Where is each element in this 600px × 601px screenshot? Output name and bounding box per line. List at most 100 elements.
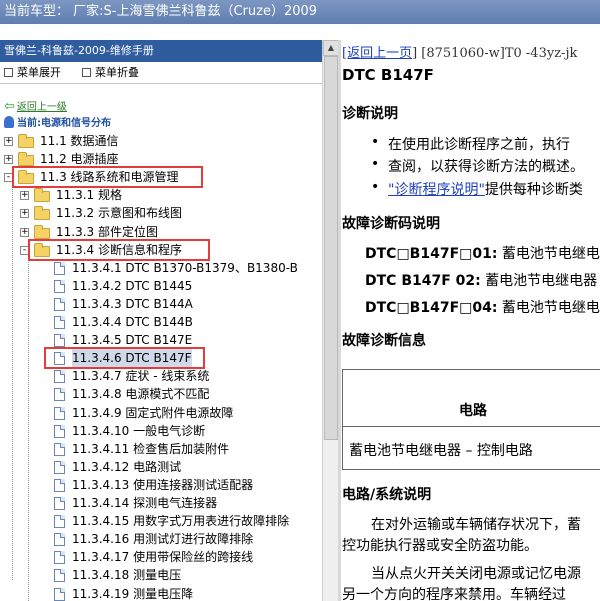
expand-icon[interactable]: + — [4, 137, 13, 146]
bullet-dot: • — [371, 156, 380, 172]
tree-doc-item[interactable]: 11.3.4.14 探测电气连接器 — [0, 494, 322, 512]
highlight-box — [28, 238, 210, 261]
tree-doc-item[interactable]: 11.3.4.9 固定式附件电源故障 — [0, 404, 322, 422]
scroll-up-button[interactable]: ▲ — [323, 40, 338, 56]
diagnostic-procedure-link[interactable]: "诊断程序说明" — [388, 182, 485, 198]
tree-folder-item[interactable]: +11.3.1 规格 — [0, 186, 322, 204]
para1-line2: 控功能执行器或安全防盗功能。 — [342, 538, 538, 554]
tree-item-label[interactable]: 11.3.4.4 DTC B144B — [72, 313, 193, 331]
tree-doc-item[interactable]: 11.3.4.1 DTC B1370-B1379、B1380-B — [0, 259, 322, 277]
highlight-box — [44, 347, 205, 370]
section-dtc-info: 故障诊断信息 — [342, 333, 426, 349]
tree-folder-item[interactable]: +11.1 数据通信 — [0, 132, 322, 150]
content-top-nav: [返回上一页] [8751060-w]T0 -43yz-jk — [342, 42, 577, 61]
dtc-code: DTC B147F 02: — [365, 273, 481, 289]
tree-doc-item[interactable]: 11.3.4.17 使用带保险丝的跨接线 — [0, 548, 322, 566]
tree-doc-item[interactable]: 11.3.4.19 测量电压降 — [0, 585, 322, 601]
tree-item-label[interactable]: 11.3.4.15 用数字式万用表进行故障排除 — [72, 512, 289, 530]
dtc-desc: 蓄电池节电继电 — [497, 246, 600, 262]
tree-item-label[interactable]: 11.3.4.19 测量电压降 — [72, 585, 193, 601]
content-panel: [返回上一页] [8751060-w]T0 -43yz-jk DTC B147F… — [341, 40, 600, 601]
nav-tree: +11.1 数据通信 +11.2 电源插座 -11.3 线路系统和电源管理 +11.3… — [0, 40, 322, 601]
tree-item-label[interactable]: 11.3.4.12 电路测试 — [72, 458, 181, 476]
tree-folder-item[interactable]: +11.3.2 示意图和布线图 — [0, 204, 322, 222]
document-icon — [54, 478, 65, 492]
expand-icon[interactable]: + — [20, 209, 29, 219]
table-cell-circuit: 蓄电池节电继电器 – 控制电路 — [349, 443, 533, 459]
tree-doc-item[interactable]: 11.3.4.10 一般电气诊断 — [0, 422, 322, 440]
document-icon — [54, 297, 65, 311]
folder-icon — [34, 224, 50, 239]
document-icon — [54, 316, 65, 329]
tree-item-label[interactable]: 11.3.4.2 DTC B1445 — [72, 277, 192, 295]
section-circuit-description: 电路/系统说明 — [342, 487, 432, 503]
tree-doc-item[interactable]: 11.3.4.18 测量电压 — [0, 566, 322, 584]
dtc-line-3: DTC□B147F□04: 蓄电池节电继电 — [365, 297, 600, 317]
document-icon — [54, 279, 65, 293]
table-header-circuit: 电路 — [459, 403, 487, 419]
dtc-code: DTC□B147F□04: — [365, 300, 498, 316]
tree-doc-item[interactable]: 11.3.4.3 DTC B144A — [0, 295, 322, 313]
para2-line1: 当从点火开关关闭电源或记忆电源 — [371, 566, 581, 582]
tree-item-label[interactable]: 11.3.4.14 探测电气连接器 — [72, 494, 217, 512]
dtc-desc: 蓄电池节电继电器 — [480, 273, 598, 289]
left-scrollbar[interactable]: ▲ — [322, 40, 338, 601]
dtc-line-2: DTC B147F 02: 蓄电池节电继电器 — [365, 270, 597, 290]
dtc-line-1: DTC□B147F□01: 蓄电池节电继电 — [365, 243, 600, 263]
window-title: 当前车型： 厂家:S-上海雪佛兰科鲁兹（Cruze）2009 — [4, 4, 318, 19]
tree-item-label[interactable]: 11.3.4.10 一般电气诊断 — [72, 422, 205, 440]
tree-item-label[interactable]: 11.3.4.9 固定式附件电源故障 — [72, 404, 233, 422]
tree-item-label[interactable]: 11.3.2 示意图和布线图 — [56, 204, 182, 222]
tree-item-label[interactable]: 11.3.4.3 DTC B144A — [72, 295, 193, 313]
tree-item-label[interactable]: 11.3.4.11 检查售后加装附件 — [72, 440, 229, 458]
expand-icon[interactable]: + — [4, 155, 13, 165]
tree-item-label[interactable]: 11.1 数据通信 — [40, 132, 119, 150]
bullet-3: "诊断程序说明"提供每种诊断类 — [388, 179, 583, 199]
section-dtc-description: 故障诊断码说明 — [342, 216, 440, 232]
doc-code: ] [8751060-w]T0 -43yz-jk — [412, 46, 578, 61]
tree-item-label[interactable]: 11.3.4.18 测量电压 — [72, 566, 181, 584]
tree-doc-item[interactable]: 11.3.4.15 用数字式万用表进行故障排除 — [0, 512, 322, 530]
expand-icon[interactable]: + — [20, 227, 29, 237]
expand-icon[interactable]: + — [20, 191, 29, 201]
document-icon — [54, 334, 65, 348]
page-title: DTC B147F — [342, 66, 434, 84]
tree-doc-item[interactable]: 11.3.4.8 电源模式不匹配 — [0, 385, 322, 403]
circuit-table: 电路 蓄电池节电继电器 – 控制电路 — [342, 369, 600, 470]
tree-doc-item[interactable]: 11.3.4.2 DTC B1445 — [0, 277, 322, 295]
dtc-desc: 蓄电池节电继电 — [497, 300, 600, 316]
document-icon — [54, 406, 65, 420]
window-title-bar: 当前车型： 厂家:S-上海雪佛兰科鲁兹（Cruze）2009 — [0, 0, 600, 24]
section-diagnostic-description: 诊断说明 — [342, 106, 398, 122]
dtc-code: DTC□B147F□01: — [365, 246, 498, 262]
tree-item-label[interactable]: 11.3.4.17 使用带保险丝的跨接线 — [72, 548, 253, 566]
document-icon — [54, 442, 65, 456]
document-icon — [54, 370, 65, 384]
tree-doc-item[interactable]: 11.3.4.12 电路测试 — [0, 458, 322, 476]
document-icon — [54, 551, 65, 565]
tree-item-label[interactable]: 11.3.4.13 使用连接器测试适配器 — [72, 476, 253, 494]
folder-icon — [18, 134, 34, 148]
tree-doc-item[interactable]: 11.3.4.13 使用连接器测试适配器 — [0, 476, 322, 494]
document-icon — [54, 388, 65, 402]
document-icon — [54, 497, 65, 510]
tree-item-label[interactable]: 11.3.4.1 DTC B1370-B1379、B1380-B — [72, 259, 298, 277]
folder-icon — [18, 152, 34, 167]
tree-doc-item[interactable]: 11.3.4.11 检查售后加装附件 — [0, 440, 322, 458]
document-icon — [54, 569, 65, 583]
tree-item-label[interactable]: 11.3.4.8 电源模式不匹配 — [72, 385, 209, 403]
bullet-dot: • — [371, 134, 380, 150]
para2-line2: 另一个方向的程序来禁用。车辆经过 — [342, 587, 566, 601]
left-nav-panel: 雪佛兰-科鲁兹-2009-维修手册 菜单展开 菜单折叠 ⇦ 返回上一级 当前:电源… — [0, 40, 338, 601]
scroll-thumb[interactable] — [324, 56, 338, 440]
tree-item-label[interactable]: 11.3.4.7 症状 - 线束系统 — [72, 367, 209, 385]
back-page-link[interactable]: [返回上一页 — [342, 46, 412, 61]
document-icon — [54, 424, 65, 438]
tree-doc-item[interactable]: 11.3.4.7 症状 - 线束系统 — [0, 367, 322, 385]
document-icon — [54, 533, 65, 547]
tree-item-label[interactable]: 11.3.1 规格 — [56, 186, 122, 204]
tree-doc-item[interactable]: 11.3.4.4 DTC B144B — [0, 313, 322, 331]
tree-item-label[interactable]: 11.3.4.16 用测试灯进行故障排除 — [72, 530, 253, 548]
tree-doc-item[interactable]: 11.3.4.16 用测试灯进行故障排除 — [0, 530, 322, 548]
bullet-text-3: 提供每种诊断类 — [484, 182, 583, 198]
